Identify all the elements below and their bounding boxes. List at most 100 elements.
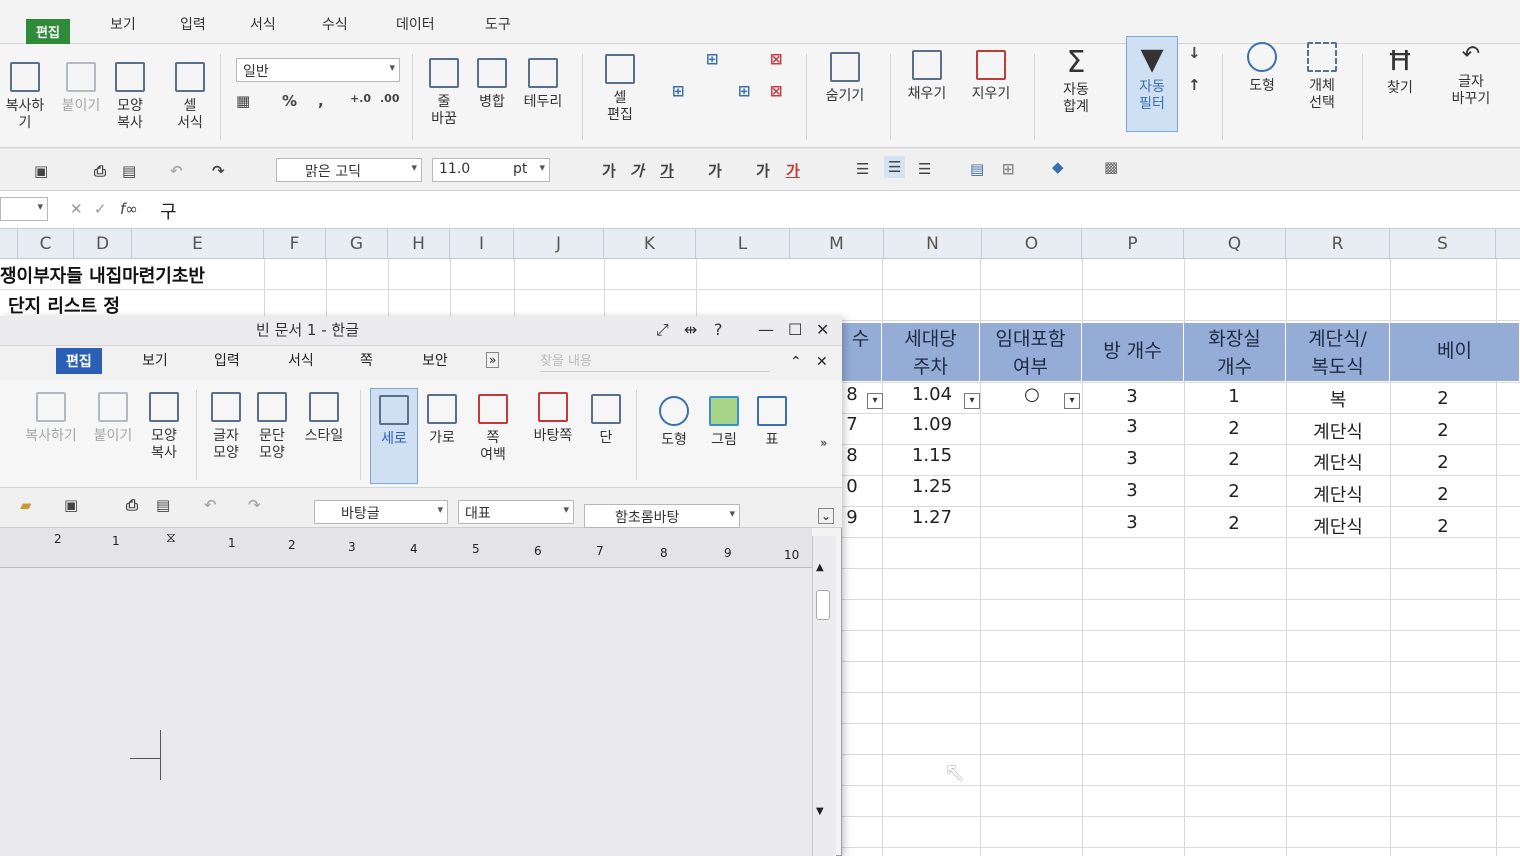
cell-n[interactable]: 1.15 xyxy=(882,445,982,466)
format-painter-button[interactable]: 모양 복사 xyxy=(110,62,150,132)
hwp-menu-insert[interactable]: 입력 xyxy=(214,350,240,370)
hwp-paste-button[interactable]: 붙이기 xyxy=(90,392,136,445)
cell-format-button[interactable]: 셀 서식 xyxy=(170,62,210,132)
cell-p[interactable]: 3 xyxy=(1082,480,1182,501)
border-button[interactable]: 테두리 xyxy=(518,58,568,111)
split-icon[interactable]: ⇹ xyxy=(684,320,697,339)
hide-button[interactable]: 숨기기 xyxy=(818,52,872,105)
select-all-corner[interactable] xyxy=(0,229,18,259)
para-style-select[interactable]: 바탕글 xyxy=(314,500,448,524)
cell-n[interactable]: 1.09 xyxy=(882,414,982,435)
print-icon[interactable]: ⎙ xyxy=(94,162,106,180)
hwp-menu-page[interactable]: 쪽 xyxy=(360,350,373,370)
name-box[interactable] xyxy=(0,197,48,221)
col-header-f[interactable]: F xyxy=(264,229,326,259)
col-header-k[interactable]: K xyxy=(604,229,696,259)
style-button[interactable]: 스타일 xyxy=(298,392,350,445)
cell-s[interactable]: 2 xyxy=(1390,452,1496,473)
font-name-select[interactable]: 맑은 고딕 xyxy=(276,158,422,182)
hwp-preview-icon[interactable]: ▤ xyxy=(156,496,170,514)
shape-button[interactable]: 도형 xyxy=(1236,42,1288,95)
maximize-icon[interactable]: ☐ xyxy=(788,320,802,339)
hwp-menu-view[interactable]: 보기 xyxy=(142,350,168,370)
menu-data[interactable]: 데이터 xyxy=(396,14,435,34)
redo-icon[interactable]: ↷ xyxy=(212,162,225,180)
cell-q[interactable]: 2 xyxy=(1184,481,1284,502)
col-header-n[interactable]: N xyxy=(884,229,982,259)
number-format-select[interactable]: 일반 xyxy=(236,58,400,82)
cell-n[interactable]: 1.27 xyxy=(882,507,982,528)
fullscreen-icon[interactable]: ⤢ xyxy=(656,320,669,340)
delete-column-icon[interactable]: ⊠ xyxy=(770,82,783,100)
confirm-icon[interactable]: ✓ xyxy=(94,200,107,218)
col-header-s[interactable]: S xyxy=(1390,229,1496,259)
hwp-font-select[interactable]: 함초롬바탕 xyxy=(584,504,740,528)
undo-icon[interactable]: ↶ xyxy=(170,162,183,180)
font-size-field[interactable]: 11.0 pt xyxy=(432,158,550,182)
header-cell-o[interactable]: 임대포함 여부 xyxy=(980,323,1082,381)
close-ribbon-icon[interactable]: ✕ xyxy=(816,354,828,370)
align-right-icon[interactable]: ☰ xyxy=(918,160,931,178)
delete-row-icon[interactable]: ⊠ xyxy=(770,50,783,68)
filter-dropdown-icon[interactable]: ▾ xyxy=(867,393,883,409)
hwp-ruler[interactable] xyxy=(0,528,812,568)
indent-marker-icon[interactable]: ⧖ xyxy=(166,530,176,546)
sort-asc-icon[interactable]: ↓ xyxy=(1188,44,1201,62)
cell-s[interactable]: 2 xyxy=(1390,516,1496,537)
scroll-up-icon[interactable]: ▲ xyxy=(816,562,824,573)
cell-q[interactable]: 2 xyxy=(1184,449,1284,470)
cell-m[interactable]: 0 xyxy=(842,476,862,497)
header-cell-q[interactable]: 화장실 개수 xyxy=(1184,323,1286,381)
hwp-save-icon[interactable]: ▣ xyxy=(64,496,78,514)
cell-m[interactable]: 8 xyxy=(842,445,862,466)
close-icon[interactable]: ✕ xyxy=(816,320,829,339)
char-shape-button[interactable]: 글자 모양 xyxy=(206,392,246,462)
cell-n[interactable]: 1.04 xyxy=(882,384,982,405)
col-header-j[interactable]: J xyxy=(514,229,604,259)
replace-button[interactable]: ↶ 글자 바꾸기 xyxy=(1440,36,1502,108)
cell-m[interactable]: 8 xyxy=(842,384,862,405)
underline-icon[interactable]: 가 xyxy=(660,160,674,181)
cell-r[interactable]: 계단식 xyxy=(1286,449,1390,475)
autosum-button[interactable]: Σ 자동 합계 xyxy=(1050,44,1102,116)
paste-button[interactable]: 붙이기 xyxy=(58,62,104,115)
landscape-button[interactable]: 가로 xyxy=(422,394,462,447)
autofilter-button[interactable]: ▼ 자동 필터 xyxy=(1126,36,1178,132)
language-select[interactable]: 대표 xyxy=(458,500,574,524)
col-header-r[interactable]: R xyxy=(1286,229,1390,259)
fill-color-icon[interactable]: ◆ xyxy=(1052,158,1064,176)
header-cell-p[interactable]: 방 개수 xyxy=(1082,323,1184,381)
hwp-search-field[interactable]: 찾을 내용 xyxy=(540,350,770,372)
copy-button[interactable]: 복사하기 xyxy=(0,62,50,132)
col-header-l[interactable]: L xyxy=(696,229,790,259)
hwp-undo-icon[interactable]: ↶ xyxy=(204,496,217,514)
cell-p[interactable]: 3 xyxy=(1082,512,1182,533)
cell-o[interactable]: ○ xyxy=(982,384,1082,405)
function-icon[interactable]: f∞ xyxy=(120,200,138,218)
cell-p[interactable]: 3 xyxy=(1082,416,1182,437)
insert-column-icon[interactable]: ⊞ xyxy=(672,82,685,100)
page-margin-button[interactable]: 쪽 여백 xyxy=(470,394,516,464)
cell-p[interactable]: 3 xyxy=(1082,448,1182,469)
comma-icon[interactable]: , xyxy=(318,92,324,110)
collapse-ribbon-icon[interactable]: ⌃ xyxy=(790,354,802,370)
increase-decimal-icon[interactable]: +.0 xyxy=(350,92,371,105)
cell-m[interactable]: 7 xyxy=(842,414,862,435)
cell-q[interactable]: 1 xyxy=(1184,386,1284,407)
header-cell-n[interactable]: 세대당 주차 xyxy=(882,323,980,381)
col-header-p[interactable]: P xyxy=(1082,229,1184,259)
col-header-e[interactable]: E xyxy=(132,229,264,259)
scroll-down-icon[interactable]: ▼ xyxy=(816,806,824,817)
open-folder-icon[interactable]: ▰ xyxy=(20,496,32,514)
sheet-subtitle-cell[interactable]: 단지 리스트 정 xyxy=(8,292,120,318)
col-header-q[interactable]: Q xyxy=(1184,229,1286,259)
header-cell-r[interactable]: 계단식/ 복도식 xyxy=(1286,323,1390,381)
menu-edit[interactable]: 편집 xyxy=(26,19,70,44)
menu-tools[interactable]: 도구 xyxy=(485,14,511,34)
picture-button[interactable]: 그림 xyxy=(704,396,744,449)
hwp-document-area[interactable] xyxy=(0,568,812,856)
hwp-menu-security[interactable]: 보안 xyxy=(422,350,448,370)
help-icon[interactable]: ? xyxy=(714,320,723,339)
merge-center-icon[interactable]: ▤ xyxy=(970,160,984,178)
master-page-button[interactable]: 바탕쪽 xyxy=(526,392,580,445)
